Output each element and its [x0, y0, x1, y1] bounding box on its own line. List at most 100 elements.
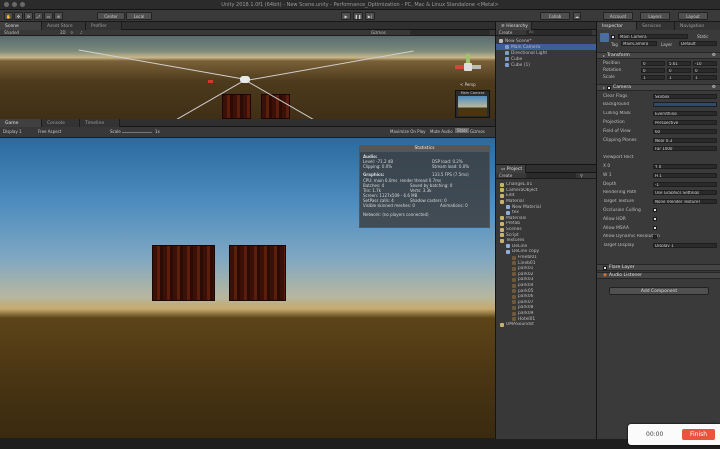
- play-button[interactable]: ▶: [341, 12, 351, 20]
- static-checkbox[interactable]: Static: [697, 34, 708, 39]
- transform-header[interactable]: Transform ⚙: [597, 52, 720, 59]
- 2d-toggle[interactable]: 2D: [60, 30, 66, 35]
- hierarchy-item[interactable]: Cube (1): [496, 62, 596, 68]
- scene-gizmos-dropdown[interactable]: Gizmos: [371, 30, 386, 35]
- aspect-dropdown[interactable]: Free Aspect: [38, 129, 61, 134]
- project-item-label: Freebl01: [518, 255, 537, 261]
- folder-icon: [500, 233, 504, 238]
- tag-dropdown[interactable]: MainCamera: [621, 41, 657, 46]
- camera-property-label: Background: [603, 102, 630, 108]
- account-dropdown[interactable]: Account: [603, 12, 633, 20]
- position-y-field[interactable]: 5.61: [667, 60, 691, 66]
- camera-property-field[interactable]: Far 1000: [653, 146, 717, 152]
- scale-tool-icon[interactable]: ⤢: [34, 12, 43, 20]
- orientation-gizmo-icon[interactable]: [455, 54, 481, 80]
- shading-mode-dropdown[interactable]: Shaded: [4, 30, 19, 35]
- rect-tool-icon[interactable]: ▭: [44, 12, 53, 20]
- camera-property-field[interactable]: None (Render Texture): [653, 199, 717, 205]
- camera-property-checkbox[interactable]: [653, 234, 657, 239]
- camera-property-field[interactable]: Near 0.3: [653, 137, 717, 143]
- rotation-z-field[interactable]: 0: [693, 67, 717, 73]
- tab-timeline[interactable]: Timeline: [80, 119, 120, 127]
- project-search-input[interactable]: [526, 173, 576, 178]
- camera-property-checkbox[interactable]: [653, 226, 657, 230]
- tab-profiler[interactable]: Profiler: [86, 22, 122, 30]
- tab-game[interactable]: Game: [0, 119, 42, 127]
- project-item[interactable]: UMASoundst: [496, 322, 596, 328]
- rotate-tool-icon[interactable]: ⟳: [24, 12, 33, 20]
- lighting-toggle-icon[interactable]: ☼: [70, 30, 74, 35]
- camera-property-field[interactable]: Use Graphics Settings: [653, 190, 717, 196]
- transform-tool-icon[interactable]: ⊕: [54, 12, 63, 20]
- project-list: ChangeL.01 CameraObject Edit Material New Ma…: [496, 182, 596, 439]
- filter-icon[interactable]: ⚲: [580, 173, 583, 178]
- scene-viewport[interactable]: < Persp Main Camera: [0, 36, 495, 119]
- scale-slider[interactable]: [122, 132, 152, 133]
- tab-console[interactable]: Console: [42, 119, 80, 127]
- directional-light-icon[interactable]: [208, 80, 213, 83]
- hierarchy-create-dropdown[interactable]: Create: [499, 30, 512, 35]
- position-x-field[interactable]: 0: [641, 60, 665, 66]
- tab-asset-store[interactable]: Asset Store: [42, 22, 86, 30]
- scale-z-field[interactable]: 1: [693, 74, 717, 80]
- camera-property-checkbox[interactable]: [653, 208, 657, 213]
- move-tool-icon[interactable]: ✥: [14, 12, 23, 20]
- camera-property-field[interactable]: H 1: [653, 172, 717, 178]
- camera-property-field[interactable]: Perspective: [653, 119, 717, 125]
- project-item-label: park02: [518, 271, 534, 277]
- scale-x-field[interactable]: 1: [641, 74, 665, 80]
- scene-cube[interactable]: [222, 94, 251, 119]
- position-z-field[interactable]: -10: [693, 60, 717, 66]
- folder-icon: [500, 193, 504, 198]
- camera-property-field[interactable]: Y 0: [653, 163, 717, 169]
- rotation-x-field[interactable]: 0: [641, 67, 665, 73]
- camera-property-field[interactable]: Everything: [653, 111, 717, 117]
- game-gizmos-dropdown[interactable]: Gizmos: [470, 129, 485, 134]
- stats-toggle[interactable]: Stats: [455, 128, 470, 133]
- background-color-swatch[interactable]: [653, 102, 717, 108]
- mute-audio-toggle[interactable]: Mute Audio: [430, 129, 453, 134]
- tab-project[interactable]: ▭ Project: [496, 165, 526, 173]
- perspective-label[interactable]: < Persp: [460, 82, 476, 87]
- camera-header[interactable]: Camera ⚙: [597, 84, 720, 91]
- project-create-dropdown[interactable]: Create: [499, 173, 512, 178]
- finish-recording-button[interactable]: Finish: [682, 429, 715, 440]
- scene-search-input[interactable]: [410, 30, 490, 35]
- flare-layer-checkbox[interactable]: [603, 265, 607, 270]
- cloud-icon[interactable]: ☁: [573, 12, 581, 20]
- tab-scene[interactable]: Scene: [0, 22, 42, 30]
- collab-dropdown[interactable]: Collab: [540, 12, 570, 20]
- flare-layer-header[interactable]: Flare Layer: [597, 264, 720, 271]
- active-checkbox[interactable]: [611, 35, 615, 39]
- layer-dropdown[interactable]: Default: [679, 41, 717, 46]
- add-component-button[interactable]: Add Component: [609, 287, 709, 295]
- tab-services[interactable]: Services: [637, 22, 675, 30]
- hand-tool-icon[interactable]: ✋: [4, 12, 13, 20]
- camera-property-field[interactable]: Display 1: [653, 243, 717, 249]
- component-settings-icon[interactable]: ⚙: [712, 53, 716, 58]
- pivot-center-toggle[interactable]: Center: [97, 12, 125, 20]
- component-settings-icon[interactable]: ⚙: [712, 85, 716, 90]
- pivot-local-toggle[interactable]: Local: [126, 12, 152, 20]
- tab-hierarchy[interactable]: ≡ Hierarchy: [496, 22, 532, 30]
- rotation-y-field[interactable]: 0: [667, 67, 691, 73]
- camera-enabled-checkbox[interactable]: [607, 85, 611, 90]
- step-button[interactable]: ▶|: [365, 12, 375, 20]
- scale-y-field[interactable]: 1: [667, 74, 691, 80]
- camera-property-checkbox[interactable]: [653, 217, 657, 222]
- layout-dropdown[interactable]: Layout: [678, 12, 708, 20]
- camera-property-field[interactable]: 60: [653, 128, 717, 134]
- display-dropdown[interactable]: Display 1: [3, 129, 22, 134]
- object-name-field[interactable]: Main Camera: [618, 34, 688, 39]
- tab-navigation[interactable]: Navigation: [675, 22, 720, 30]
- maximize-on-play-toggle[interactable]: Maximize On Play: [390, 129, 426, 134]
- hierarchy-search-input[interactable]: All: [526, 30, 592, 35]
- layers-dropdown[interactable]: Layers: [640, 12, 670, 20]
- pause-button[interactable]: ❚❚: [353, 12, 363, 20]
- camera-property-field[interactable]: -1: [653, 181, 717, 187]
- camera-gizmo-icon[interactable]: [240, 76, 250, 83]
- camera-property-field[interactable]: Skybox: [653, 93, 717, 99]
- audio-listener-header[interactable]: ◉ Audio Listener: [597, 272, 720, 279]
- tab-inspector[interactable]: Inspector: [597, 22, 637, 30]
- audio-toggle-icon[interactable]: ♪: [80, 30, 83, 35]
